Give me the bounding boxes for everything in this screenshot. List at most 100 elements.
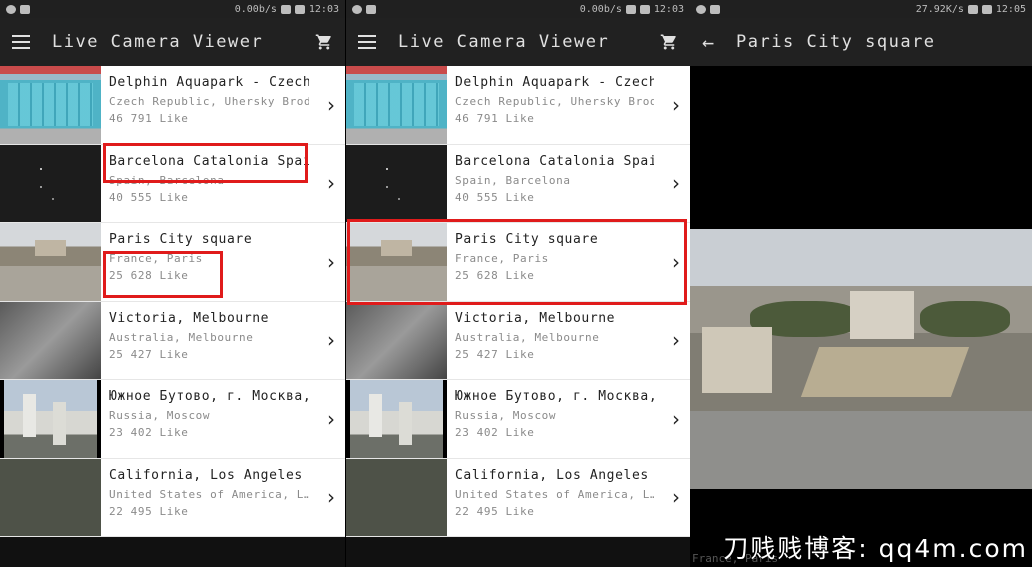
camera-location: Spain, Barcelona [109,173,225,187]
list-item[interactable]: Южное Бутово, г. Москва, … Russia, Moscow… [0,380,345,459]
camera-location: Australia, Melbourne [455,330,600,344]
arrow-back-icon[interactable]: ← [702,30,714,54]
camera-likes: 46 791 Like [109,112,189,125]
camera-list-screen-1: 0.00b/s 12:03 Live Camera Viewer Delphin … [0,0,345,567]
camera-thumbnail [346,301,447,379]
camera-location: United States of America, L… [455,487,654,501]
list-item[interactable]: Delphin Aquapark - Czech … Czech Republic… [346,66,690,145]
camera-thumbnail [0,458,101,536]
battery-icon [639,4,650,14]
signal-icon [280,4,291,14]
camera-location: Australia, Melbourne [109,330,254,344]
image-icon [710,4,720,14]
camera-thumbnail [346,223,447,301]
camera-likes: 22 495 Like [109,504,189,518]
camera-likes: 40 555 Like [109,190,189,204]
scene-square [800,347,970,397]
camera-thumbnail [346,66,447,144]
camera-name: Delphin Aquapark - Czech … [455,75,654,90]
chevron-right-icon: › [327,249,335,274]
camera-list: Delphin Aquapark - Czech … Czech Republic… [346,66,690,537]
camera-name: California, Los Angeles [109,467,303,483]
camera-name: Paris City square [455,232,599,247]
camera-detail-screen: 27.92K/s 12:05 ← Paris City square [690,0,1032,567]
camera-name: Южное Бутово, г. Москва, … [109,389,309,404]
chevron-right-icon: › [327,406,335,431]
camera-likes: 25 427 Like [455,347,535,361]
camera-likes: 25 628 Like [455,269,535,282]
cart-icon[interactable] [660,33,678,51]
camera-likes: 23 402 Like [455,426,535,439]
network-speed: 0.00b/s [234,3,277,15]
camera-likes: 25 427 Like [109,347,189,361]
clock: 12:05 [995,3,1026,15]
menu-icon[interactable] [358,35,376,49]
signal-icon [967,4,978,14]
camera-name: Южное Бутово, г. Москва, … [455,389,654,404]
network-speed: 0.00b/s [579,3,622,15]
notification-icon [696,4,706,14]
list-item[interactable]: California, Los Angeles United States of … [0,458,345,537]
camera-name: Paris City square [109,232,253,247]
notification-icon [352,4,362,14]
chevron-right-icon: › [672,249,680,274]
chevron-right-icon: › [672,171,680,196]
scene-building [702,327,772,393]
chevron-right-icon: › [672,92,680,117]
app-bar: Live Camera Viewer [346,18,690,66]
app-bar: ← Paris City square [690,18,1032,66]
cart-icon[interactable] [315,33,333,51]
camera-location: Czech Republic, Uhersky Brod [455,95,654,108]
list-item[interactable]: Victoria, Melbourne Australia, Melbourne 2… [346,301,690,380]
signal-icon [625,4,636,14]
camera-name: Victoria, Melbourne [455,310,616,326]
status-bar: 0.00b/s 12:03 [0,0,345,18]
live-camera-view[interactable] [690,229,1032,489]
camera-thumbnail [0,380,101,458]
list-item[interactable]: Paris City square France, Paris 25 628 Lik… [0,223,345,302]
list-item[interactable]: Barcelona Catalonia Spain Spain, Barcelon… [346,144,690,223]
list-item[interactable]: Barcelona Catalonia Spain Spain, Barcelon… [0,144,345,223]
list-item[interactable]: California, Los Angeles United States of … [346,458,690,537]
chevron-right-icon: › [327,92,335,117]
camera-location: Russia, Moscow [455,409,557,422]
camera-list-screen-2: 0.00b/s 12:03 Live Camera Viewer Delphin … [346,0,690,567]
camera-likes: 23 402 Like [109,426,189,439]
detail-title: Paris City square [736,32,936,52]
notification-icon [6,4,16,14]
app-bar: Live Camera Viewer [0,18,345,66]
list-item[interactable]: Южное Бутово, г. Москва, … Russia, Moscow… [346,380,690,459]
chevron-right-icon: › [672,485,680,510]
app-title: Live Camera Viewer [52,32,264,52]
camera-location: Czech Republic, Uhersky Brod [109,95,309,108]
chevron-right-icon: › [327,328,335,353]
clock: 12:03 [308,3,339,15]
clock: 12:03 [653,3,684,15]
camera-location: France, Paris [109,252,203,265]
camera-likes: 22 495 Like [455,504,535,518]
image-icon [366,4,376,14]
battery-icon [294,4,305,14]
list-item[interactable]: Victoria, Melbourne Australia, Melbourne 2… [0,301,345,380]
camera-thumbnail [346,458,447,536]
camera-likes: 46 791 Like [455,112,535,125]
camera-location: France, Paris [455,252,549,265]
scene-trees [920,301,1010,337]
camera-name: Barcelona Catalonia Spain [109,153,309,169]
camera-name: Delphin Aquapark - Czech … [109,75,309,90]
camera-likes: 40 555 Like [455,190,535,204]
camera-likes: 25 628 Like [109,269,189,282]
menu-icon[interactable] [12,35,30,49]
image-icon [20,4,30,14]
chevron-right-icon: › [672,406,680,431]
camera-name: Barcelona Catalonia Spain [455,153,654,169]
camera-location: Russia, Moscow [109,409,211,422]
app-title: Live Camera Viewer [398,32,610,52]
camera-thumbnail [0,66,101,144]
camera-list: Delphin Aquapark - Czech … Czech Republic… [0,66,345,537]
chevron-right-icon: › [327,171,335,196]
list-item[interactable]: Delphin Aquapark - Czech … Czech Republic… [0,66,345,145]
camera-location: Spain, Barcelona [455,173,571,187]
chevron-right-icon: › [327,485,335,510]
list-item[interactable]: Paris City square France, Paris 25 628 Lik… [346,223,690,302]
